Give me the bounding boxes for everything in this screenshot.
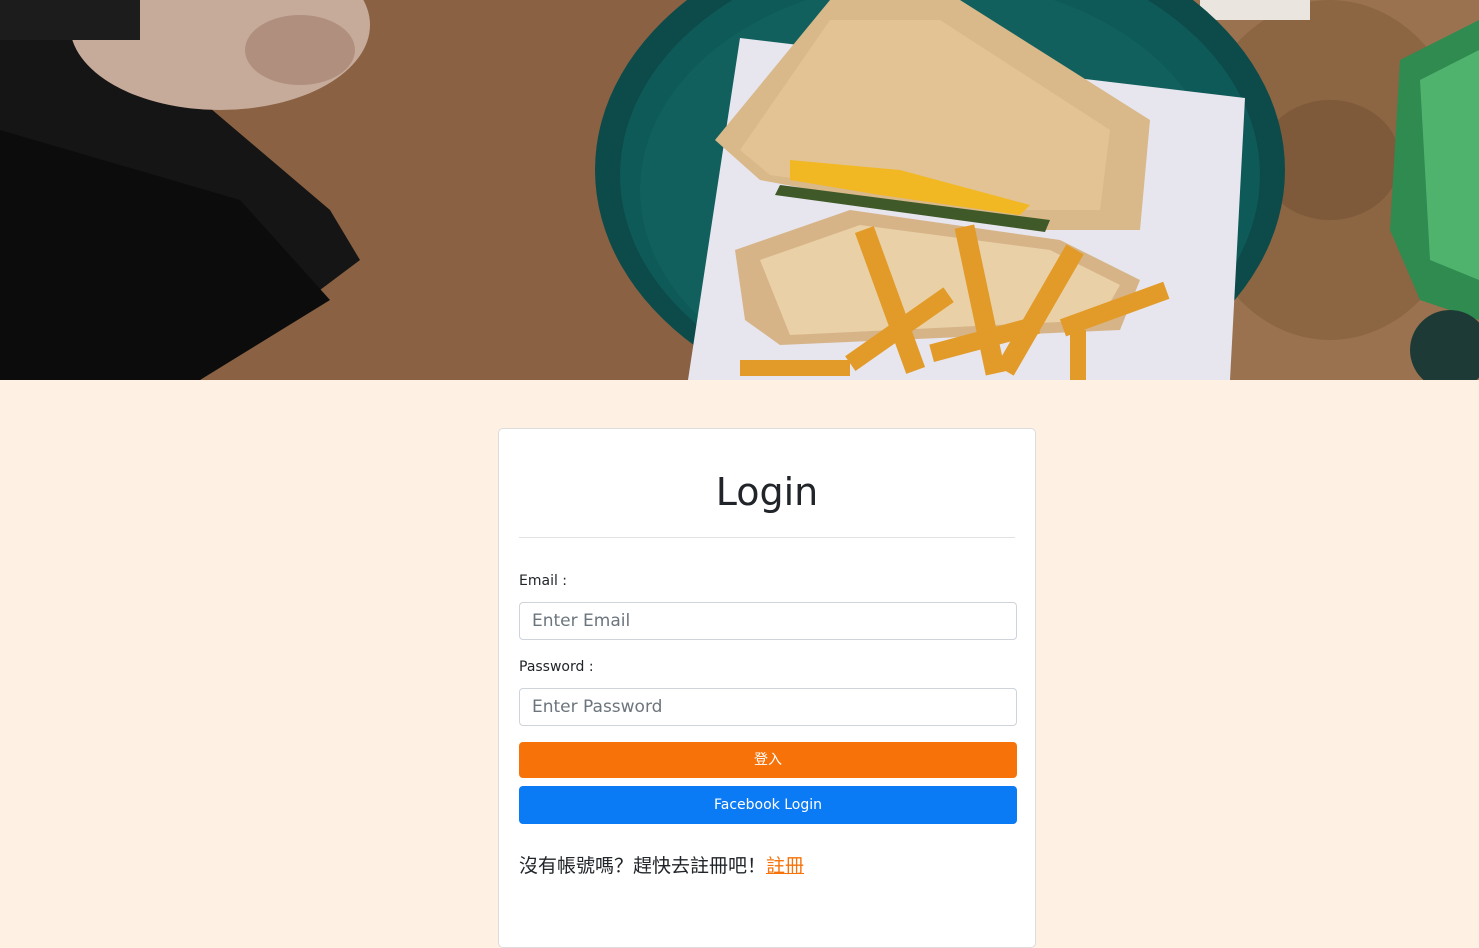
hero-banner bbox=[0, 0, 1479, 380]
email-input[interactable] bbox=[519, 602, 1017, 640]
password-input[interactable] bbox=[519, 688, 1017, 726]
title-divider bbox=[519, 537, 1015, 538]
sandwich-fries-plate-photo bbox=[0, 0, 1479, 380]
signup-prompt-text: 沒有帳號嗎？趕快去註冊吧！ bbox=[519, 855, 767, 877]
password-label: Password : bbox=[519, 659, 594, 675]
login-button[interactable]: 登入 bbox=[519, 742, 1017, 778]
signup-link[interactable]: 註冊 bbox=[766, 855, 804, 877]
login-card: Login Email : Password : 登入 Facebook Log… bbox=[498, 428, 1036, 948]
email-label: Email : bbox=[519, 573, 568, 589]
facebook-login-button[interactable]: Facebook Login bbox=[519, 786, 1017, 824]
login-title: Login bbox=[715, 470, 819, 514]
signup-prompt-row: 沒有帳號嗎？趕快去註冊吧！註冊 bbox=[519, 851, 804, 878]
